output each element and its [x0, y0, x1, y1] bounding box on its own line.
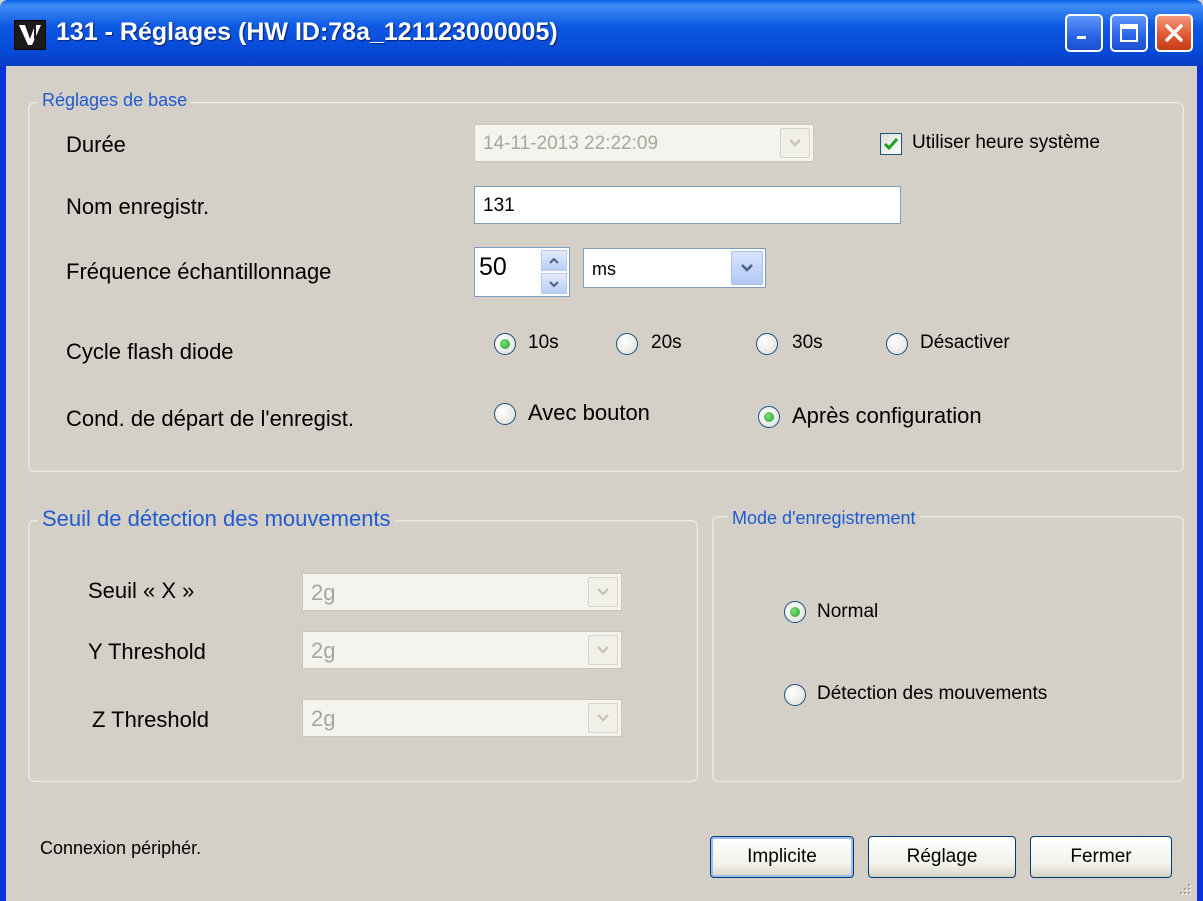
window-client-area: Réglages de base Durée 14-11-2013 22:22:…	[6, 66, 1197, 901]
start-button-radio[interactable]	[494, 403, 516, 425]
spin-up-icon[interactable]	[541, 250, 567, 271]
resize-grip-icon[interactable]	[1177, 881, 1193, 897]
minimize-icon	[1077, 36, 1086, 39]
chevron-down-icon	[588, 703, 618, 733]
flash-30s-label: 30s	[792, 332, 823, 353]
z-threshold-value: 2g	[311, 706, 336, 731]
start-after-config-radio[interactable]	[758, 406, 780, 428]
mode-normal-radio[interactable]	[784, 601, 806, 623]
mode-motion-label: Détection des mouvements	[817, 683, 1048, 704]
chevron-down-icon	[588, 635, 618, 665]
settings-window: 131 - Réglages (HW ID:78a_121123000005) …	[0, 0, 1203, 901]
y-threshold-combo: 2g	[302, 631, 622, 669]
recording-mode-legend: Mode d'enregistrement	[728, 508, 920, 529]
start-after-config-label: Après configuration	[792, 403, 982, 428]
y-threshold-label: Y Threshold	[88, 639, 206, 664]
close-window-button[interactable]	[1155, 14, 1193, 52]
title-bar[interactable]: 131 - Réglages (HW ID:78a_121123000005)	[0, 0, 1203, 66]
flash-30s-radio[interactable]	[756, 333, 778, 355]
close-button[interactable]: Fermer	[1030, 836, 1172, 878]
frequency-spinner[interactable]: 50	[474, 247, 570, 297]
chevron-down-icon	[780, 128, 810, 158]
flash-20s-label: 20s	[651, 332, 682, 353]
default-button[interactable]: Implicite	[710, 836, 854, 878]
flash-cycle-label: Cycle flash diode	[66, 339, 234, 364]
x-threshold-label: Seuil « X »	[88, 578, 195, 603]
name-input[interactable]: 131	[474, 186, 901, 224]
basic-settings-legend: Réglages de base	[38, 90, 192, 111]
close-icon	[1165, 24, 1183, 42]
y-threshold-value: 2g	[311, 638, 336, 663]
z-threshold-label: Z Threshold	[92, 707, 209, 732]
checkmark-icon	[883, 138, 899, 151]
flash-disable-radio[interactable]	[886, 333, 908, 355]
motion-threshold-legend: Seuil de détection des mouvements	[38, 506, 395, 532]
start-button-label: Avec bouton	[528, 400, 650, 425]
frequency-value: 50	[479, 253, 507, 281]
name-label: Nom enregistr.	[66, 194, 210, 219]
frequency-unit-value: ms	[592, 259, 616, 279]
flash-10s-radio[interactable]	[494, 333, 516, 355]
flash-20s-radio[interactable]	[616, 333, 638, 355]
chevron-down-icon	[588, 577, 618, 607]
duration-value: 14-11-2013 22:22:09	[483, 133, 659, 154]
name-value: 131	[483, 195, 515, 216]
z-threshold-combo: 2g	[302, 699, 622, 737]
minimize-button[interactable]	[1065, 14, 1103, 52]
flash-10s-label: 10s	[528, 332, 559, 353]
window-title: 131 - Réglages (HW ID:78a_121123000005)	[56, 18, 558, 46]
x-threshold-combo: 2g	[302, 573, 622, 611]
spin-down-icon[interactable]	[541, 273, 567, 294]
maximize-icon	[1120, 24, 1138, 42]
mode-normal-label: Normal	[817, 601, 879, 622]
use-system-time-label: Utiliser heure système	[912, 132, 1100, 153]
mode-motion-radio[interactable]	[784, 684, 806, 706]
start-condition-label: Cond. de départ de l'enregist.	[66, 406, 354, 431]
app-logo-icon	[14, 20, 46, 50]
flash-disable-label: Désactiver	[920, 332, 1010, 353]
x-threshold-value: 2g	[311, 580, 336, 605]
maximize-button[interactable]	[1110, 14, 1148, 52]
frequency-label: Fréquence échantillonnage	[66, 259, 332, 284]
apply-button[interactable]: Réglage	[868, 836, 1016, 878]
use-system-time-checkbox[interactable]	[880, 133, 902, 155]
duration-combo: 14-11-2013 22:22:09	[474, 124, 814, 162]
duration-label: Durée	[66, 132, 126, 157]
frequency-unit-select[interactable]: ms	[583, 248, 766, 288]
connection-status: Connexion périphér.	[40, 838, 202, 858]
recording-mode-group	[712, 516, 1184, 782]
chevron-down-icon	[731, 251, 763, 285]
